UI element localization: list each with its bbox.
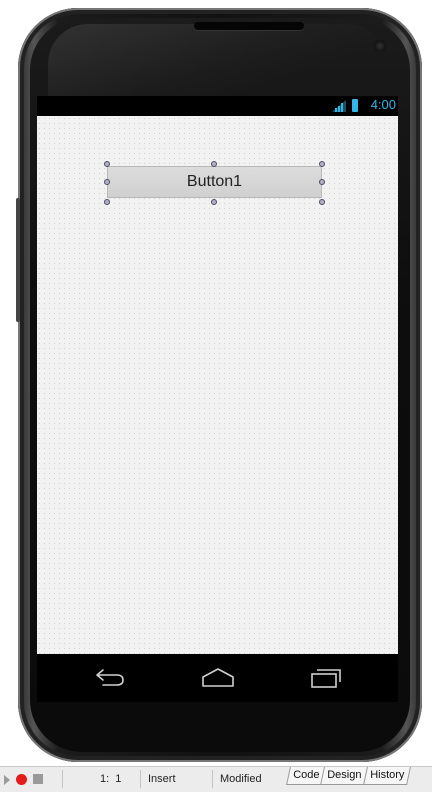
view-tabs: Code Design History xyxy=(286,767,411,787)
modified-state: Modified xyxy=(220,773,262,785)
resize-handle-top-left[interactable] xyxy=(104,161,110,167)
back-icon[interactable] xyxy=(93,666,127,690)
resize-handle-middle-right[interactable] xyxy=(319,179,325,185)
ide-status-bar: 1: 1 Insert Modified Code Design History xyxy=(0,766,432,792)
resize-handle-bottom-center[interactable] xyxy=(211,199,217,205)
tab-design[interactable]: Design xyxy=(320,767,369,785)
resize-handle-top-right[interactable] xyxy=(319,161,325,167)
tab-history[interactable]: History xyxy=(362,767,411,785)
insert-mode: Insert xyxy=(148,773,176,785)
battery-icon xyxy=(352,99,358,112)
phone-side-button xyxy=(16,198,20,322)
device-status-bar: 4:00 xyxy=(37,96,398,116)
recent-apps-icon[interactable] xyxy=(309,666,343,690)
divider xyxy=(62,770,63,788)
resize-handle-bottom-right[interactable] xyxy=(319,199,325,205)
designer-button1[interactable]: Button1 xyxy=(107,166,322,198)
device-nav-bar xyxy=(37,654,398,702)
resize-handle-bottom-left[interactable] xyxy=(104,199,110,205)
resize-handle-middle-left[interactable] xyxy=(104,179,110,185)
home-icon[interactable] xyxy=(201,666,235,690)
cursor-position: 1: 1 xyxy=(100,773,122,785)
divider xyxy=(140,770,141,788)
record-icon[interactable] xyxy=(16,774,27,785)
phone-gloss xyxy=(48,24,388,104)
divider xyxy=(212,770,213,788)
resize-handle-top-center[interactable] xyxy=(211,161,217,167)
earpiece-speaker xyxy=(194,22,304,30)
design-canvas[interactable]: Button1 xyxy=(37,116,398,654)
signal-icon xyxy=(332,100,346,112)
status-time: 4:00 xyxy=(370,97,396,112)
front-camera-icon xyxy=(374,40,386,52)
stop-icon[interactable] xyxy=(33,774,43,784)
play-icon[interactable] xyxy=(4,775,10,785)
